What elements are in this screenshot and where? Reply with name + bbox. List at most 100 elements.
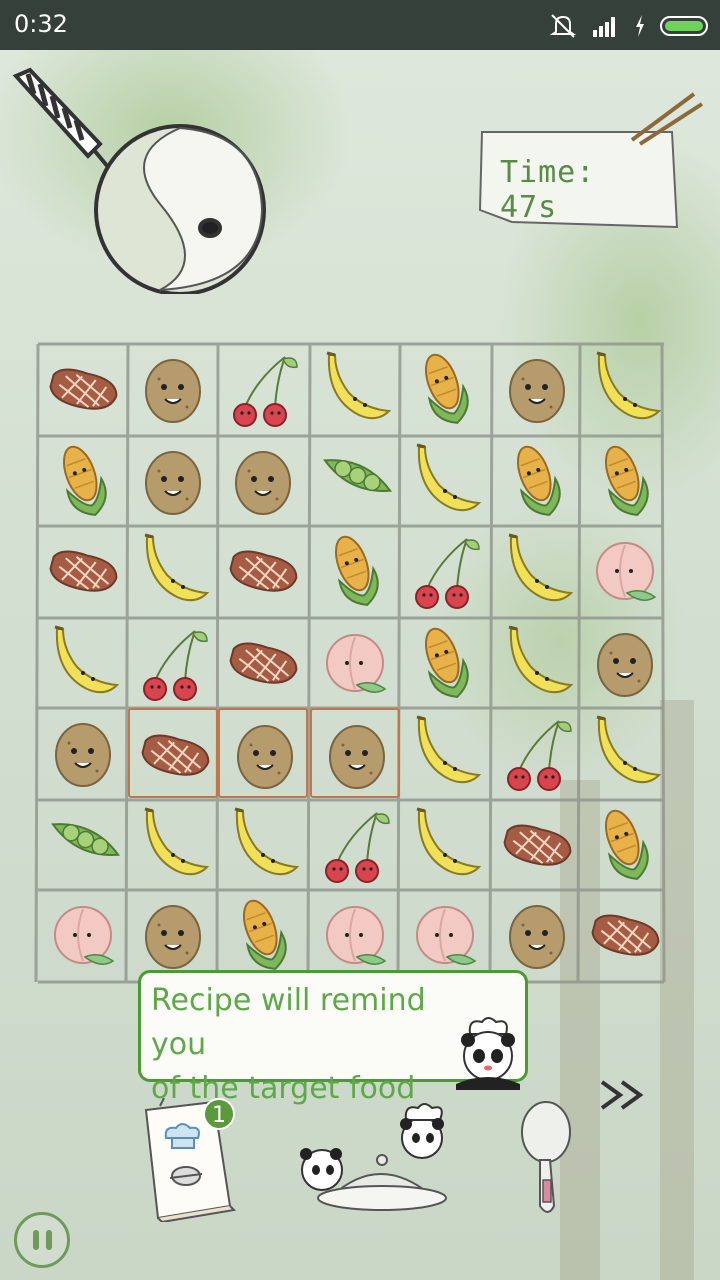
board-cell[interactable] [492,344,582,434]
cherry-icon [325,812,390,883]
peach-icon [54,906,115,965]
potato-icon [145,451,201,515]
board-cell[interactable] [128,526,218,616]
board-cell[interactable] [38,618,128,708]
steak-icon [49,368,118,410]
board-cell[interactable] [580,890,670,980]
board-cell[interactable] [218,618,308,708]
board-cell[interactable] [38,436,128,526]
board-cell[interactable] [218,708,308,798]
board-cell[interactable] [128,618,218,708]
cherry-icon [143,630,208,701]
potato-icon [145,905,201,969]
panda-chef-icon [456,1017,520,1090]
board-cell[interactable] [310,618,400,708]
board-cell[interactable] [492,800,582,890]
board-cell[interactable] [580,526,670,616]
mute-icon [549,14,577,38]
board-cell[interactable] [400,800,490,890]
peach-icon [596,542,657,601]
board-cell[interactable] [580,344,670,434]
board-cell[interactable] [580,436,670,526]
frying-pan-icon [12,67,266,294]
board-cell[interactable] [218,526,308,616]
board-cell[interactable] [400,890,490,980]
board-cell[interactable] [38,344,128,434]
board-cell[interactable] [492,436,582,526]
board-cell[interactable] [310,526,400,616]
board-cell[interactable] [128,890,218,980]
board-cell[interactable] [492,526,582,616]
board-cell[interactable] [38,708,128,798]
board-cell[interactable] [218,800,308,890]
board-cell[interactable] [492,708,582,798]
battery-icon [660,16,708,36]
potato-icon [597,633,653,697]
corn-icon [424,627,469,698]
panda-waiters-icon [300,1103,447,1211]
board-cell[interactable] [38,526,128,616]
banana-icon [416,807,482,876]
pause-button[interactable] [14,1212,70,1268]
potato-icon [509,905,565,969]
board-cell[interactable] [580,618,670,708]
board-cell[interactable] [492,890,582,980]
banana-icon [326,351,392,420]
banana-icon [596,715,662,784]
banana-icon [508,533,574,602]
board-cell[interactable] [310,436,400,526]
board-cell[interactable] [310,890,400,980]
board-cell[interactable] [400,618,490,708]
corn-icon [424,353,469,424]
skip-button[interactable] [598,1078,648,1112]
board-cell[interactable] [128,344,218,434]
spoon-icon[interactable] [510,1098,580,1222]
peach-icon [416,906,477,965]
potato-icon [145,359,201,423]
board-cell[interactable] [218,344,308,434]
board-cell[interactable] [580,708,670,798]
board-cell[interactable] [400,436,490,526]
signal-icon [593,17,615,37]
board-cell[interactable] [580,800,670,890]
steak-icon [49,550,118,592]
board-cell[interactable] [400,344,490,434]
cherry-icon [233,356,298,427]
banana-icon [596,351,662,420]
board-cell[interactable] [310,344,400,434]
board-cell[interactable] [400,526,490,616]
board-cell[interactable] [38,890,128,980]
peas-icon [51,823,121,856]
board-cell[interactable] [38,800,128,890]
board-cell[interactable] [492,618,582,708]
potato-icon [329,725,385,789]
steak-icon [591,914,660,956]
corn-icon [604,445,649,516]
potato-icon [509,359,565,423]
steak-icon [503,824,572,866]
steak-icon [229,642,298,684]
board-cell[interactable] [218,436,308,526]
game-board [34,342,668,986]
board-cell[interactable] [218,890,308,980]
corn-icon [242,899,287,970]
board-cell[interactable] [128,708,218,798]
cherry-icon [507,720,572,791]
steak-icon [141,734,210,776]
board-cell[interactable] [128,436,218,526]
peach-icon [326,634,387,693]
corn-icon [62,445,107,516]
board-cell[interactable] [128,800,218,890]
timer-label: Time: 47s [500,155,596,225]
peas-icon [323,459,393,492]
board-cell[interactable] [310,708,400,798]
double-chevron-right-icon [600,1080,644,1110]
recipe-count-badge: 1 [203,1098,235,1130]
board-cell[interactable] [310,800,400,890]
banana-icon [54,625,120,694]
banana-icon [144,807,210,876]
corn-icon [516,445,561,516]
banana-icon [508,625,574,694]
status-time: 0:32 [14,10,68,38]
board-cell[interactable] [400,708,490,798]
